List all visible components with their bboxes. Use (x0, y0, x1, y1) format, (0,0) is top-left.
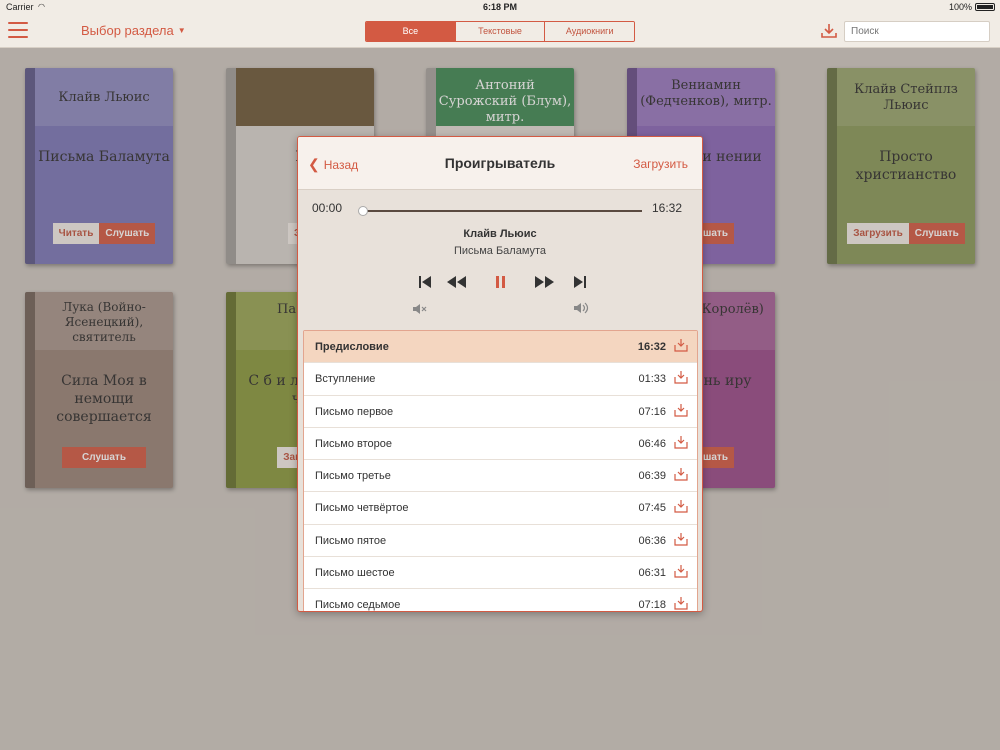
track-list: Предисловие 16:32 Вступление 01:33 Письмо пе… (303, 330, 698, 612)
track-duration: 07:45 (638, 502, 666, 515)
track-duration: 06:46 (638, 437, 666, 450)
track-row[interactable]: Письмо пятое 06:36 (304, 525, 697, 558)
download-icon[interactable] (674, 338, 688, 352)
track-row[interactable]: Письмо седьмое 07:18 (304, 589, 697, 612)
track-name: Письмо первое (315, 405, 394, 418)
section-select-label: Выбор раздела (81, 23, 174, 38)
track-row[interactable]: Письмо четвёртое 07:45 (304, 492, 697, 525)
download-icon[interactable] (674, 499, 688, 514)
clock: 6:18 PM (482, 2, 517, 12)
volume-mute-icon[interactable] (412, 303, 428, 315)
track-name: Письмо третье (315, 470, 391, 483)
track-duration: 06:31 (638, 567, 666, 580)
track-duration: 07:18 (638, 599, 666, 612)
battery-percent: 100% (948, 2, 972, 12)
section-select[interactable]: Выбор раздела ▼ (81, 23, 186, 38)
download-icon[interactable] (674, 532, 688, 546)
navigation-bar: Выбор раздела ▼ Все Текстовые Аудиокниги (0, 14, 1000, 48)
segment-audiobooks[interactable]: Аудиокниги (545, 22, 634, 41)
rewind-icon[interactable] (443, 271, 471, 293)
player-header: ❮ Назад Проигрыватель Загрузить (298, 137, 702, 190)
skip-next-icon[interactable] (566, 271, 594, 293)
download-icon[interactable] (674, 370, 688, 384)
track-row[interactable]: Письмо шестое 06:31 (304, 557, 697, 590)
skip-previous-icon[interactable] (411, 271, 439, 293)
track-name: Письмо седьмое (315, 599, 401, 612)
track-name: Письмо пятое (315, 534, 387, 547)
volume-high-icon[interactable] (573, 301, 591, 315)
track-row[interactable]: Письмо второе 06:46 (304, 428, 697, 461)
segment-text[interactable]: Текстовые (455, 22, 546, 41)
track-duration: 07:16 (638, 405, 666, 418)
progress-knob[interactable] (358, 206, 368, 216)
track-name: Письмо четвёртое (315, 502, 409, 515)
track-row[interactable]: Предисловие 16:32 (304, 331, 697, 364)
caret-down-icon: ▼ (177, 26, 186, 35)
download-icon[interactable] (674, 596, 688, 610)
download-icon[interactable] (674, 564, 688, 578)
track-duration: 16:32 (637, 341, 666, 353)
menu-icon[interactable] (8, 22, 28, 40)
track-row[interactable]: Письмо третье 06:39 (304, 460, 697, 493)
download-icon[interactable] (674, 467, 688, 481)
download-icon[interactable] (674, 403, 688, 417)
track-name: Письмо шестое (315, 567, 395, 580)
load-button[interactable]: Загрузить (633, 157, 688, 171)
search-input[interactable] (844, 21, 990, 42)
track-name: Предисловие (315, 341, 389, 353)
fast-forward-icon[interactable] (530, 271, 558, 293)
segment-all[interactable]: Все (366, 22, 456, 41)
download-icon[interactable] (674, 435, 688, 449)
track-name: Письмо второе (315, 437, 393, 450)
track-name: Вступление (315, 373, 376, 386)
elapsed-time: 00:00 (312, 201, 343, 215)
track-book: Письма Баламута (453, 245, 547, 257)
track-author: Клайв Льюис (463, 228, 537, 240)
track-duration: 01:33 (638, 373, 666, 386)
total-time: 16:32 (651, 201, 682, 215)
track-row[interactable]: Вступление 01:33 (304, 363, 697, 396)
status-bar: Carrier ◠ 6:18 PM 100% (0, 0, 1000, 14)
battery-icon (975, 3, 995, 11)
filter-segmented-control: Все Текстовые Аудиокниги (365, 21, 635, 42)
progress-slider[interactable] (358, 206, 642, 216)
player-modal: ❮ Назад Проигрыватель Загрузить 00:00 16:… (297, 136, 703, 612)
track-duration: 06:39 (638, 470, 666, 483)
playback-controls (298, 271, 702, 293)
downloads-icon[interactable] (820, 22, 838, 40)
pause-icon[interactable] (486, 271, 514, 293)
track-duration: 06:36 (638, 534, 666, 547)
track-row[interactable]: Письмо первое 07:16 (304, 396, 697, 428)
